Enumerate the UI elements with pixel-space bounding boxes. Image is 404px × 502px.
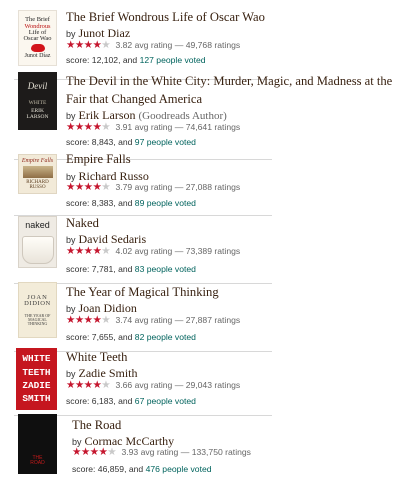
- score-line: score: 12,102, and 127 people voted: [66, 54, 206, 66]
- book-title[interactable]: The Year of Magical Thinking: [66, 283, 396, 301]
- rating-line: ★★★★★ 3.66 avg rating — 29,043 ratings: [66, 379, 240, 391]
- star-rating: ★★★★★: [66, 121, 111, 133]
- author-link[interactable]: Erik Larson: [79, 108, 136, 122]
- star-rating: ★★★★★: [66, 379, 111, 391]
- score-line: score: 7,781, and 83 people voted: [66, 263, 196, 275]
- votes-link[interactable]: 97 people voted: [135, 137, 196, 147]
- rating-line: ★★★★★ 3.93 avg rating — 133,750 ratings: [72, 446, 251, 458]
- votes-link[interactable]: 82 people voted: [135, 332, 196, 342]
- rating-text: 3.93 avg rating — 133,750 ratings: [121, 447, 251, 457]
- book-title[interactable]: Naked: [66, 214, 396, 232]
- author-link[interactable]: Joan Didion: [79, 301, 137, 315]
- rating-line: ★★★★★ 3.91 avg rating — 74,641 ratings: [66, 121, 240, 133]
- list-item: Devil WHITE ERIK LARSON The Devil in the…: [0, 72, 404, 160]
- cover-illustration: [21, 236, 54, 264]
- cover-illustration: [22, 166, 53, 178]
- book-title[interactable]: The Road: [72, 416, 402, 434]
- score-line: score: 46,859, and 476 people voted: [72, 463, 212, 475]
- by-label: by: [66, 304, 76, 314]
- book-cover[interactable]: The Brief Wondrous Life of Oscar Wao Jun…: [18, 10, 57, 66]
- book-cover[interactable]: naked: [18, 216, 57, 268]
- score-text: score: 7,655, and: [66, 332, 135, 342]
- list-item: THE ROAD The Road by Cormac McCarthy ★★★…: [0, 410, 404, 484]
- score-text: score: 7,781, and: [66, 264, 135, 274]
- book-cover[interactable]: WHITE TEETH ZADIE SMITH: [16, 348, 57, 410]
- votes-link[interactable]: 127 people voted: [140, 55, 206, 65]
- book-title[interactable]: The Brief Wondrous Life of Oscar Wao: [66, 8, 396, 26]
- book-title[interactable]: Empire Falls: [66, 150, 396, 168]
- star-rating: ★★★★★: [66, 314, 111, 326]
- rating-line: ★★★★★ 3.79 avg rating — 27,088 ratings: [66, 181, 240, 193]
- star-rating: ★★★★★: [66, 245, 111, 257]
- rating-text: 3.91 avg rating — 74,641 ratings: [115, 122, 241, 132]
- book-cover[interactable]: Empire Falls RICHARD RUSSO: [18, 154, 57, 194]
- list-item: The Brief Wondrous Life of Oscar Wao Jun…: [0, 0, 404, 80]
- votes-link[interactable]: 476 people voted: [146, 464, 212, 474]
- score-text: score: 46,859, and: [72, 464, 146, 474]
- author-link[interactable]: Zadie Smith: [79, 366, 138, 380]
- list-item: JOAN DIDION THE YEAR OF MAGICAL THINKING…: [0, 278, 404, 352]
- score-line: score: 7,655, and 82 people voted: [66, 331, 196, 343]
- score-line: score: 6,183, and 67 people voted: [66, 395, 196, 407]
- score-line: score: 8,843, and 97 people voted: [66, 136, 196, 148]
- rating-line: ★★★★★ 4.02 avg rating — 73,389 ratings: [66, 245, 240, 257]
- by-label: by: [66, 29, 76, 39]
- rating-text: 3.74 avg rating — 27,887 ratings: [115, 315, 241, 325]
- book-cover[interactable]: Devil WHITE ERIK LARSON: [18, 72, 57, 130]
- score-line: score: 8,383, and 89 people voted: [66, 197, 196, 209]
- rating-line: ★★★★★ 3.82 avg rating — 49,768 ratings: [66, 39, 240, 51]
- book-title[interactable]: The Devil in the White City: Murder, Mag…: [66, 72, 396, 108]
- by-label: by: [66, 369, 76, 379]
- heart-illustration: [30, 43, 45, 52]
- votes-link[interactable]: 83 people voted: [135, 264, 196, 274]
- star-rating: ★★★★★: [72, 446, 117, 458]
- votes-link[interactable]: 89 people voted: [135, 198, 196, 208]
- book-cover[interactable]: JOAN DIDION THE YEAR OF MAGICAL THINKING: [18, 282, 57, 338]
- votes-link[interactable]: 67 people voted: [135, 396, 196, 406]
- author-link[interactable]: David Sedaris: [79, 232, 147, 246]
- list-item: WHITE TEETH ZADIE SMITH White Teeth by Z…: [0, 346, 404, 416]
- rating-line: ★★★★★ 3.74 avg rating — 27,887 ratings: [66, 314, 240, 326]
- star-rating: ★★★★★: [66, 181, 111, 193]
- list-item: Empire Falls RICHARD RUSSO Empire Falls …: [0, 148, 404, 216]
- score-text: score: 8,383, and: [66, 198, 135, 208]
- rating-text: 4.02 avg rating — 73,389 ratings: [115, 246, 241, 256]
- star-rating: ★★★★★: [66, 39, 111, 51]
- rating-text: 3.79 avg rating — 27,088 ratings: [115, 182, 241, 192]
- by-label: by: [66, 235, 76, 245]
- by-label: by: [66, 111, 76, 121]
- score-text: score: 6,183, and: [66, 396, 135, 406]
- author-link[interactable]: Junot Diaz: [79, 26, 131, 40]
- rating-text: 3.82 avg rating — 49,768 ratings: [115, 40, 241, 50]
- book-cover[interactable]: THE ROAD: [18, 414, 57, 474]
- list-item: naked Naked by David Sedaris ★★★★★ 4.02 …: [0, 210, 404, 284]
- book-title[interactable]: White Teeth: [66, 348, 396, 366]
- score-text: score: 12,102, and: [66, 55, 140, 65]
- score-text: score: 8,843, and: [66, 137, 135, 147]
- rating-text: 3.66 avg rating — 29,043 ratings: [115, 380, 241, 390]
